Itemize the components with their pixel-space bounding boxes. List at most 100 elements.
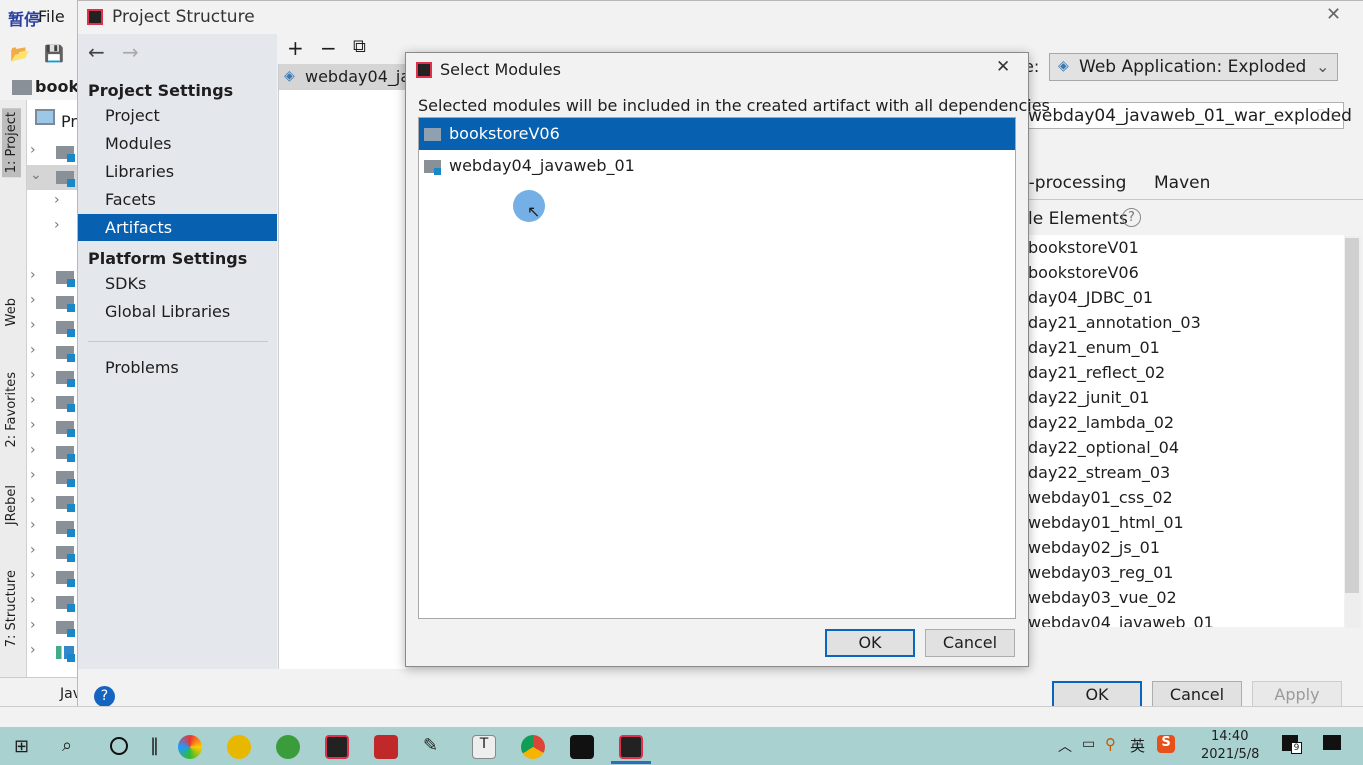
typora-icon[interactable]: T (472, 735, 496, 759)
cancel-button[interactable]: Cancel (1152, 681, 1242, 709)
tree-row[interactable]: › (27, 140, 77, 165)
tree-row[interactable]: › (27, 590, 77, 615)
ok-button[interactable]: OK (825, 629, 915, 657)
save-icon[interactable]: 💾 (44, 44, 64, 63)
section-project-settings: Project Settings (88, 81, 234, 100)
module-item-bookstorev06[interactable]: bookstoreV06 (419, 118, 1015, 150)
add-icon[interactable]: + (287, 36, 304, 60)
available-element-item[interactable]: webday02_js_01 (1028, 538, 1160, 563)
output-directory-field[interactable]: webday04_javaweb_01_war_exploded 🗀 (1023, 102, 1352, 132)
search-icon[interactable]: ⌕ (62, 735, 72, 756)
available-element-item[interactable]: day22_stream_03 (1028, 463, 1170, 488)
artifact-item[interactable]: ◈ webday04_jav (279, 64, 407, 90)
apply-button[interactable]: Apply (1252, 681, 1342, 709)
tab-maven[interactable]: Maven (1154, 173, 1210, 193)
available-element-item[interactable]: webday01_html_01 (1028, 513, 1184, 538)
forward-icon[interactable]: → (122, 40, 139, 64)
ok-button[interactable]: OK (1052, 681, 1142, 709)
tool-favorites[interactable]: 2: Favorites (4, 372, 19, 448)
tree-row[interactable]: › (27, 465, 77, 490)
module-item-webday04[interactable]: webday04_javaweb_01 (419, 150, 1015, 182)
available-element-item[interactable]: day21_reflect_02 (1028, 363, 1165, 388)
intellij-taskbar-icon[interactable] (325, 735, 349, 759)
nav-project[interactable]: Project (78, 102, 277, 129)
tree-row[interactable]: › (27, 440, 77, 465)
remove-icon[interactable]: − (320, 36, 337, 60)
tree-row[interactable]: › (27, 490, 77, 515)
cortana-icon[interactable] (110, 737, 128, 755)
back-icon[interactable]: ← (88, 40, 105, 64)
available-element-item[interactable]: day22_lambda_02 (1028, 413, 1174, 438)
cancel-button[interactable]: Cancel (925, 629, 1015, 657)
notification-center-icon[interactable] (1323, 735, 1341, 750)
available-element-item[interactable]: day21_enum_01 (1028, 338, 1160, 363)
tree-row[interactable]: › (27, 190, 77, 215)
tree-row[interactable]: › (27, 215, 77, 240)
tree-row[interactable]: › (27, 540, 77, 565)
help-button[interactable]: ? (94, 686, 115, 707)
folder-icon[interactable]: 🗀 (1317, 105, 1333, 132)
tool-project[interactable]: 1: Project (2, 108, 21, 178)
tab-post-processing[interactable]: t-processing (1022, 173, 1126, 193)
scrollbar[interactable] (1345, 236, 1361, 628)
intellij-taskbar-icon[interactable] (619, 735, 643, 759)
clock-time[interactable]: 14:40 (1211, 729, 1248, 744)
app-icon[interactable] (276, 735, 300, 759)
tree-row[interactable]: › (27, 290, 77, 315)
tree-row[interactable]: › (27, 265, 77, 290)
available-element-item[interactable]: day22_junit_01 (1028, 388, 1150, 413)
available-element-item[interactable]: bookstoreV06 (1028, 263, 1139, 288)
available-element-item[interactable]: day22_optional_04 (1028, 438, 1179, 463)
tree-row[interactable]: › (27, 565, 77, 590)
tool-structure[interactable]: 7: Structure (4, 570, 19, 647)
tree-row[interactable]: › (27, 315, 77, 340)
chrome-icon[interactable] (521, 735, 545, 759)
tree-row[interactable]: › (27, 640, 77, 665)
copy-icon[interactable]: ⧉ (353, 36, 366, 57)
tool-jrebel[interactable]: JRebel (4, 485, 19, 525)
menu-file[interactable]: File (38, 7, 65, 26)
type-select[interactable]: ◈ Web Application: Exploded ⌄ (1049, 53, 1338, 81)
tree-row[interactable]: › (27, 515, 77, 540)
sogou-icon[interactable]: S (1157, 735, 1175, 753)
close-icon[interactable]: ✕ (1326, 4, 1341, 25)
nav-global-libraries[interactable]: Global Libraries (78, 298, 277, 325)
app-icon[interactable] (178, 735, 202, 759)
tree-row[interactable]: › (27, 415, 77, 440)
available-element-item[interactable]: webday03_vue_02 (1028, 588, 1177, 613)
tray-app-icon[interactable]: ⚲ (1105, 735, 1116, 753)
tree-row[interactable]: › (27, 340, 77, 365)
chat-icon[interactable]: 9 (1282, 735, 1302, 754)
nav-libraries[interactable]: Libraries (78, 158, 277, 185)
windows-start-icon[interactable]: ⊞ (14, 736, 29, 757)
terminal-icon[interactable] (570, 735, 594, 759)
nav-modules[interactable]: Modules (78, 130, 277, 157)
nav-sdks[interactable]: SDKs (78, 270, 277, 297)
tree-tab[interactable]: Pr (61, 112, 77, 131)
app-icon[interactable]: ✎ (423, 735, 447, 759)
task-view-icon[interactable]: ‖ (150, 735, 159, 756)
clock-date[interactable]: 2021/5/8 (1201, 747, 1259, 762)
open-folder-icon[interactable]: 📂 (10, 44, 30, 63)
help-icon[interactable]: ? (1122, 208, 1141, 227)
available-element-item[interactable]: webday04_javaweb_01 (1028, 613, 1214, 627)
nav-artifacts[interactable]: Artifacts (78, 214, 277, 241)
close-icon[interactable]: ✕ (996, 57, 1010, 77)
available-element-item[interactable]: bookstoreV01 (1028, 238, 1139, 263)
app-icon[interactable] (374, 735, 398, 759)
nav-facets[interactable]: Facets (78, 186, 277, 213)
tree-row[interactable]: › (27, 365, 77, 390)
available-element-item[interactable]: webday01_css_02 (1028, 488, 1173, 513)
available-element-item[interactable]: day21_annotation_03 (1028, 313, 1201, 338)
available-element-item[interactable]: webday03_reg_01 (1028, 563, 1173, 588)
chevron-up-icon[interactable]: ︿ (1058, 736, 1072, 756)
tree-row[interactable]: › (27, 390, 77, 415)
tree-row[interactable]: ⌄ (27, 165, 77, 190)
nav-problems[interactable]: Problems (78, 354, 277, 381)
app-icon[interactable] (227, 735, 251, 759)
tree-row[interactable]: › (27, 615, 77, 640)
battery-icon[interactable]: ▭ (1082, 736, 1095, 752)
available-element-item[interactable]: day04_JDBC_01 (1028, 288, 1153, 313)
tool-web[interactable]: Web (4, 298, 19, 326)
ime-indicator[interactable]: 英 (1130, 735, 1145, 756)
